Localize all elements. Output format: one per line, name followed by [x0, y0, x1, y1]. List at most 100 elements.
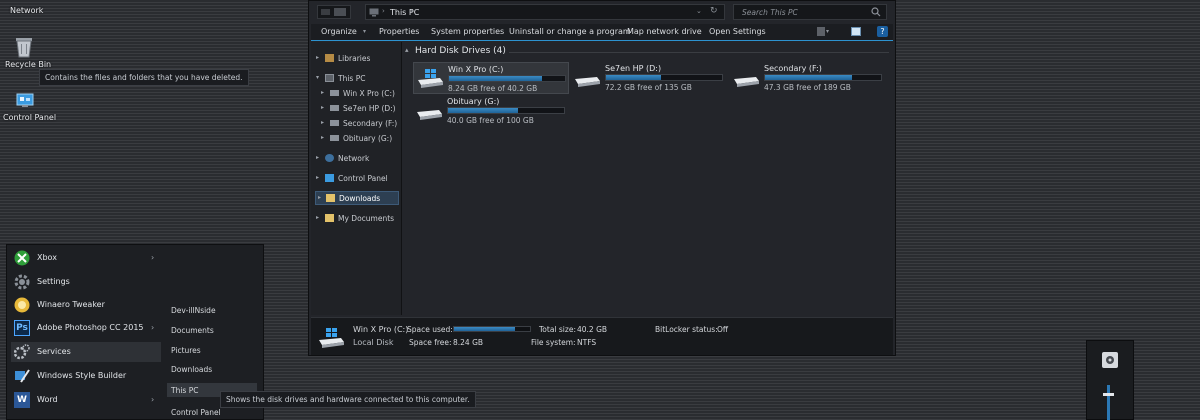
- refresh-icon[interactable]: ↻: [710, 6, 718, 16]
- nav-item-this-pc[interactable]: ▾ This PC: [311, 72, 401, 85]
- file-system-label: File system:: [531, 338, 576, 347]
- drive-icon: [330, 90, 339, 96]
- group-header[interactable]: Hard Disk Drives (4): [415, 46, 506, 56]
- chevron-right-icon[interactable]: ›: [151, 323, 154, 332]
- start-app-services[interactable]: Services: [11, 342, 161, 362]
- start-app-settings[interactable]: Settings: [11, 272, 161, 292]
- nav-item-drive-d[interactable]: ▸ Se7en HP (D:): [311, 102, 401, 115]
- drive-free-space: 40.0 GB free of 100 GB: [447, 116, 534, 125]
- nav-item-drive-c[interactable]: ▸ Win X Pro (C:): [311, 87, 401, 100]
- properties-button[interactable]: Properties: [379, 27, 419, 36]
- folder-icon: [325, 214, 334, 222]
- nav-item-downloads[interactable]: ▸ Downloads: [315, 191, 399, 205]
- nav-label: Control Panel: [338, 174, 388, 183]
- services-gear-icon: [14, 344, 30, 360]
- chevron-right-icon[interactable]: ›: [151, 253, 154, 262]
- group-collapse-icon[interactable]: ▴: [405, 46, 409, 54]
- drive-tile-f[interactable]: Secondary (F:) 47.3 GB free of 189 GB: [730, 62, 886, 94]
- drive-free-space: 47.3 GB free of 189 GB: [764, 83, 851, 92]
- open-settings-button[interactable]: Open Settings: [709, 27, 766, 36]
- drive-tile-g[interactable]: Obituary (G:) 40.0 GB free of 100 GB: [413, 95, 569, 127]
- app-label: Word: [37, 395, 58, 404]
- windows-drive-icon: [317, 328, 345, 350]
- expand-arrow-icon[interactable]: ▸: [316, 174, 319, 181]
- recycle-bin-tooltip: Contains the files and folders that you …: [39, 69, 249, 86]
- chevron-down-icon[interactable]: ▾: [363, 28, 366, 35]
- drive-icon: [415, 101, 443, 121]
- expand-arrow-icon[interactable]: ▸: [321, 89, 324, 96]
- expand-arrow-icon[interactable]: ▸: [321, 134, 324, 141]
- drive-usage-bar: [764, 74, 882, 81]
- xbox-icon: [14, 250, 30, 266]
- map-network-drive-button[interactable]: Map network drive: [627, 27, 702, 36]
- address-text[interactable]: This PC: [390, 8, 419, 17]
- collapse-arrow-icon[interactable]: ▾: [316, 74, 319, 81]
- address-dropdown-icon[interactable]: ⌄: [696, 7, 702, 15]
- preview-pane-icon[interactable]: [851, 27, 861, 36]
- nav-item-drive-f[interactable]: ▸ Secondary (F:): [311, 117, 401, 130]
- organize-button[interactable]: Organize: [321, 27, 357, 36]
- drive-icon: [330, 120, 339, 126]
- view-options-icon[interactable]: [817, 27, 825, 36]
- drive-icon: [573, 68, 601, 88]
- uninstall-program-button[interactable]: Uninstall or change a program: [509, 27, 631, 36]
- network-desktop-label[interactable]: Network: [10, 6, 43, 15]
- expand-arrow-icon[interactable]: ▸: [318, 194, 321, 201]
- control-panel-label[interactable]: Control Panel: [3, 113, 56, 122]
- total-size-value: 40.2 GB: [577, 325, 608, 334]
- nav-item-my-documents[interactable]: ▸ My Documents: [311, 212, 401, 225]
- chevron-right-icon[interactable]: ›: [151, 395, 154, 404]
- start-place-documents[interactable]: Documents: [167, 323, 257, 337]
- photoshop-icon: Ps: [14, 320, 30, 336]
- app-label: Adobe Photoshop CC 2015: [37, 323, 144, 332]
- nav-item-network[interactable]: ▸ Network: [311, 152, 401, 165]
- address-bar[interactable]: › This PC › ⌄ ↻: [365, 4, 725, 20]
- app-label: Xbox: [37, 253, 57, 262]
- start-place-downloads[interactable]: Downloads: [167, 362, 257, 376]
- chevron-down-icon[interactable]: ▾: [826, 28, 829, 35]
- expand-arrow-icon[interactable]: ▸: [321, 104, 324, 111]
- start-app-windows-style-builder[interactable]: Windows Style Builder: [11, 366, 161, 386]
- space-free-label: Space free:: [409, 338, 452, 347]
- search-input[interactable]: Search This PC: [733, 4, 887, 20]
- expand-arrow-icon[interactable]: ▸: [316, 214, 319, 221]
- expand-arrow-icon[interactable]: ▸: [316, 154, 319, 161]
- details-drive-type: Local Disk: [353, 338, 394, 347]
- bitlocker-label: BitLocker status:: [655, 325, 718, 334]
- volume-slider-track[interactable]: [1107, 385, 1110, 420]
- file-system-value: NTFS: [577, 338, 597, 347]
- breadcrumb-chevron-icon[interactable]: ›: [410, 7, 413, 15]
- start-app-xbox[interactable]: Xbox ›: [11, 248, 161, 268]
- drive-tile-c[interactable]: Win X Pro (C:) 8.24 GB free of 40.2 GB: [413, 62, 569, 94]
- nav-item-control-panel[interactable]: ▸ Control Panel: [311, 172, 401, 185]
- volume-widget: [1086, 340, 1134, 420]
- drive-tile-d[interactable]: Se7en HP (D:) 72.2 GB free of 135 GB: [571, 62, 727, 94]
- recycle-bin-icon[interactable]: [14, 36, 34, 58]
- nav-buttons[interactable]: [317, 5, 351, 19]
- nav-item-libraries[interactable]: ▸ Libraries: [311, 52, 401, 65]
- start-app-winaero-tweaker[interactable]: Winaero Tweaker: [11, 295, 161, 315]
- speaker-icon[interactable]: [1101, 351, 1119, 369]
- expand-arrow-icon[interactable]: ▸: [321, 119, 324, 126]
- system-properties-button[interactable]: System properties: [431, 27, 504, 36]
- expand-arrow-icon[interactable]: ▸: [316, 54, 319, 61]
- recycle-bin-label[interactable]: Recycle Bin: [5, 60, 51, 69]
- start-place-dev-illnside[interactable]: Dev-illNside: [167, 303, 257, 317]
- drive-icon: [732, 68, 760, 88]
- start-app-word[interactable]: W Word ›: [11, 390, 161, 410]
- breadcrumb-chevron-icon[interactable]: ›: [382, 7, 385, 15]
- drive-free-space: 8.24 GB free of 40.2 GB: [448, 84, 538, 93]
- search-icon[interactable]: [871, 7, 881, 17]
- start-place-pictures[interactable]: Pictures: [167, 343, 257, 357]
- network-icon: [325, 154, 334, 162]
- computer-icon: [369, 8, 379, 17]
- nav-label: Libraries: [338, 54, 371, 63]
- volume-slider-handle[interactable]: [1103, 393, 1114, 396]
- drive-icon: [330, 105, 339, 111]
- help-icon[interactable]: ?: [877, 26, 888, 37]
- style-builder-icon: [14, 368, 30, 384]
- nav-item-drive-g[interactable]: ▸ Obituary (G:): [311, 132, 401, 145]
- this-pc-tooltip: Shows the disk drives and hardware conne…: [220, 391, 476, 408]
- start-app-photoshop[interactable]: Ps Adobe Photoshop CC 2015 ›: [11, 318, 161, 338]
- control-panel-icon[interactable]: [16, 93, 34, 108]
